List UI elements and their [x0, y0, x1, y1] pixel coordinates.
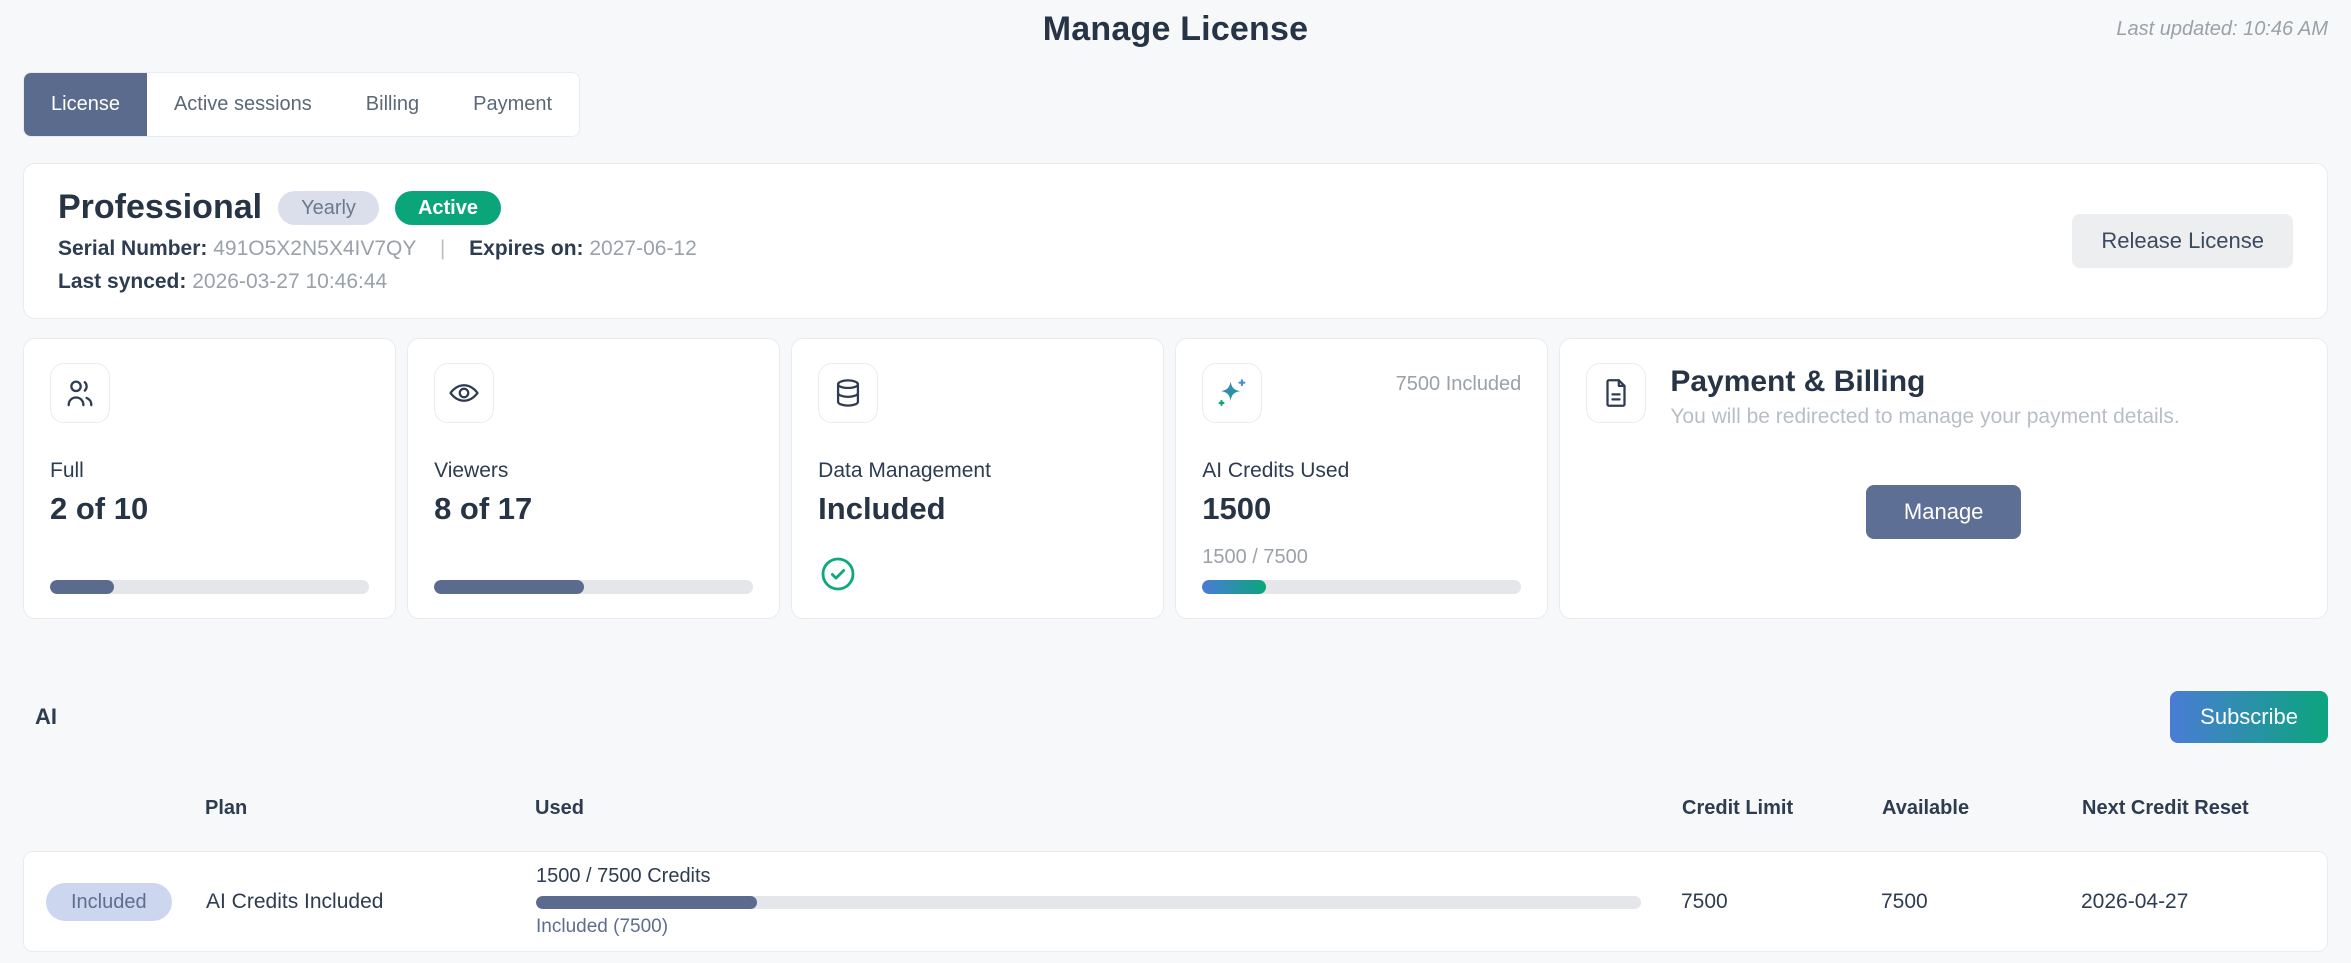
ai-credits-progress-bar [1202, 580, 1521, 594]
row-available: 7500 [1867, 890, 2067, 914]
license-summary-card: Professional Yearly Active Serial Number… [23, 163, 2328, 319]
full-progress-fill [50, 580, 114, 594]
ai-table-header: Plan Used Credit Limit Available Next Cr… [23, 797, 2328, 820]
viewers-progress-fill [434, 580, 584, 594]
row-used-note: Included (7500) [536, 916, 1641, 938]
document-icon [1586, 363, 1646, 423]
last-synced-label: Last synced: [58, 270, 186, 293]
database-icon [818, 363, 878, 423]
viewers-label: Viewers [434, 459, 753, 483]
payment-billing-card: Payment & Billing You will be redirected… [1559, 338, 2328, 619]
header-plan: Plan [205, 797, 535, 820]
ai-credits-card: 7500 Included AI Credits Used 1500 1500 … [1175, 338, 1548, 619]
expires-on-value: 2027-06-12 [589, 237, 696, 260]
tab-license[interactable]: License [24, 73, 147, 136]
viewers-value: 8 of 17 [434, 491, 753, 527]
full-value: 2 of 10 [50, 491, 369, 527]
subscribe-button[interactable]: Subscribe [2170, 691, 2328, 743]
row-progress-fill [536, 896, 757, 909]
payment-billing-title: Payment & Billing [1670, 365, 2179, 399]
row-progress-bar [536, 896, 1641, 909]
ai-credits-ratio: 1500 / 7500 [1202, 546, 1521, 569]
sparkle-icon [1202, 363, 1262, 423]
ai-credits-included-note: 7500 Included [1396, 373, 1522, 396]
data-management-card: Data Management Included [791, 338, 1164, 619]
serial-expiry-line: Serial Number: 491O5X2N5X4IV7QY | Expire… [58, 236, 697, 261]
header-available: Available [1868, 797, 2068, 820]
data-management-label: Data Management [818, 459, 1137, 483]
ai-credits-label: AI Credits Used [1202, 459, 1521, 483]
license-title-row: Professional Yearly Active [58, 188, 697, 227]
plan-name: Professional [58, 188, 262, 227]
separator: | [440, 237, 445, 260]
table-row: Included AI Credits Included 1500 / 7500… [23, 851, 2328, 952]
serial-number-label: Serial Number: [58, 237, 207, 260]
stats-row: Full 2 of 10 Viewers 8 of 17 [23, 338, 2328, 619]
payment-billing-subtitle: You will be redirected to manage your pa… [1670, 405, 2179, 429]
header-next-credit-reset: Next Credit Reset [2068, 797, 2306, 820]
viewers-card: Viewers 8 of 17 [407, 338, 780, 619]
header-credit-limit: Credit Limit [1668, 797, 1868, 820]
release-license-button[interactable]: Release License [2072, 214, 2293, 268]
header-used: Used [535, 797, 1668, 820]
tab-payment[interactable]: Payment [446, 73, 579, 136]
row-badge-cell: Included [46, 883, 206, 921]
term-badge: Yearly [278, 191, 379, 225]
last-synced-line: Last synced: 2026-03-27 10:46:44 [58, 269, 697, 294]
tab-bar: License Active sessions Billing Payment [23, 72, 580, 137]
last-updated-text: Last updated: 10:46 AM [2116, 18, 2328, 41]
manage-license-page: Manage License Last updated: 10:46 AM Li… [0, 0, 2351, 963]
license-info: Professional Yearly Active Serial Number… [58, 188, 697, 293]
ai-section-header: AI Subscribe [23, 691, 2328, 743]
manage-button[interactable]: Manage [1866, 485, 2022, 539]
row-used-text: 1500 / 7500 Credits [536, 865, 1641, 888]
status-badge: Active [395, 191, 501, 225]
eye-icon [434, 363, 494, 423]
top-bar: Manage License Last updated: 10:46 AM [23, 0, 2328, 50]
row-plan-name: AI Credits Included [206, 890, 536, 914]
included-badge: Included [46, 883, 172, 921]
ai-credits-progress-fill [1202, 580, 1266, 594]
row-credit-limit: 7500 [1667, 890, 1867, 914]
full-progress-bar [50, 580, 369, 594]
row-used-cell: 1500 / 7500 Credits Included (7500) [536, 865, 1667, 938]
last-synced-value: 2026-03-27 10:46:44 [192, 270, 387, 293]
full-seats-card: Full 2 of 10 [23, 338, 396, 619]
data-management-value: Included [818, 491, 1137, 527]
check-circle-icon [818, 554, 1137, 594]
ai-section-title: AI [23, 704, 57, 730]
ai-credits-value: 1500 [1202, 491, 1521, 527]
serial-number-value: 491O5X2N5X4IV7QY [213, 237, 416, 260]
tab-billing[interactable]: Billing [339, 73, 446, 136]
users-icon [50, 363, 110, 423]
full-label: Full [50, 459, 369, 483]
viewers-progress-bar [434, 580, 753, 594]
page-title: Manage License [23, 10, 2328, 49]
tab-active-sessions[interactable]: Active sessions [147, 73, 339, 136]
row-next-credit-reset: 2026-04-27 [2067, 890, 2305, 914]
payment-billing-text: Payment & Billing You will be redirected… [1670, 363, 2179, 429]
expires-on-label: Expires on: [469, 237, 583, 260]
